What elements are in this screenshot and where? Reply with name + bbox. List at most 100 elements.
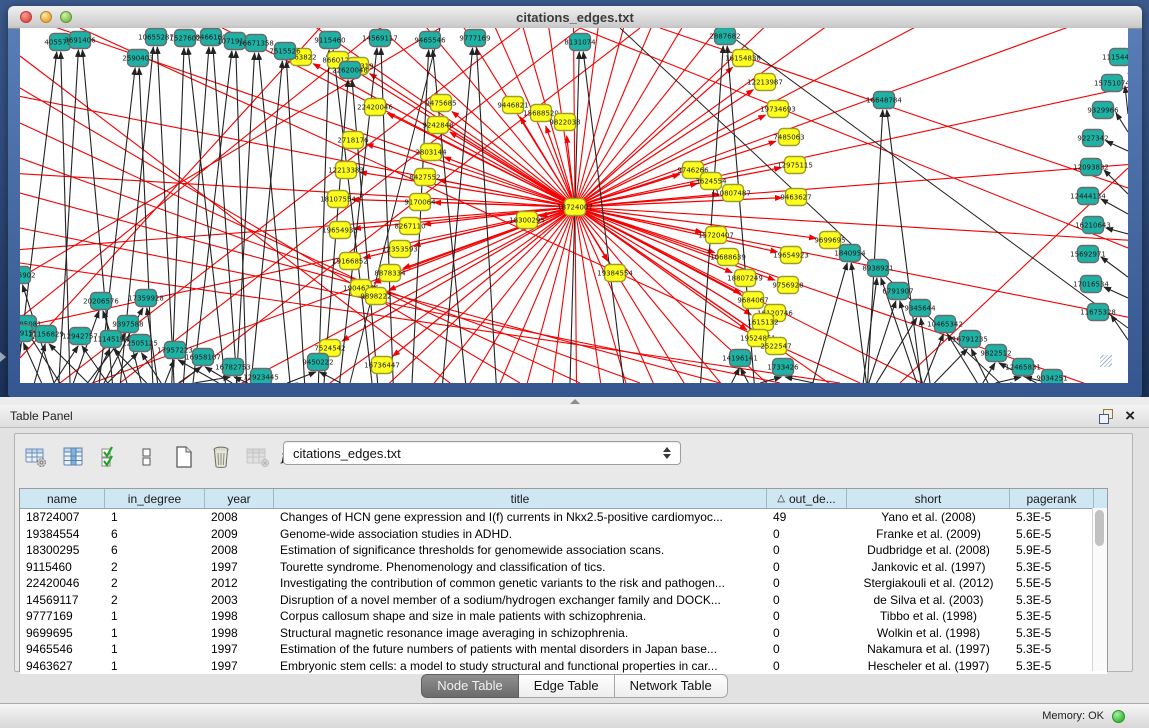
- graph-node[interactable]: 14569117: [362, 30, 398, 47]
- column-header-pagerank[interactable]: pagerank: [1010, 489, 1094, 508]
- table-cell: 5.3E-5: [1010, 626, 1094, 640]
- svg-text:2522547: 2522547: [760, 342, 791, 350]
- graph-node[interactable]: 16791235: [952, 331, 988, 348]
- svg-text:18300295: 18300295: [509, 216, 545, 224]
- graph-node[interactable]: 9345644: [904, 300, 936, 317]
- table-select-value: citations_edges.txt: [293, 446, 658, 461]
- delete-column-icon[interactable]: [243, 442, 273, 472]
- graph-node[interactable]: 18807249: [727, 270, 763, 287]
- graph-node[interactable]: 12465831: [1005, 359, 1041, 376]
- graph-node[interactable]: 8938921: [862, 260, 893, 277]
- graph-node[interactable]: 9034251: [1036, 370, 1067, 384]
- graph-node[interactable]: 12353593: [382, 241, 418, 258]
- graph-node[interactable]: 12975115: [777, 157, 813, 174]
- network-window-titlebar[interactable]: citations_edges.txt: [8, 6, 1142, 29]
- resize-grip-icon[interactable]: [1100, 355, 1112, 367]
- table-row[interactable]: 1938455462009Genome-wide association stu…: [20, 526, 1107, 543]
- column-header-name[interactable]: name: [20, 489, 105, 508]
- graph-node[interactable]: 8131074: [564, 34, 596, 51]
- graph-node[interactable]: 11154408: [1102, 49, 1128, 66]
- svg-text:18724007: 18724007: [557, 203, 593, 211]
- graph-node[interactable]: 9315902: [20, 267, 36, 284]
- graph-node[interactable]: 1840954: [834, 245, 866, 262]
- svg-text:2718176: 2718176: [337, 136, 369, 144]
- select-rows-icon[interactable]: [95, 442, 125, 472]
- table-row[interactable]: 1830029562008Estimation of significance …: [20, 542, 1107, 559]
- graph-node[interactable]: 9756928: [772, 277, 803, 294]
- table-row[interactable]: 911546021997Tourette syndrome. Phenomeno…: [20, 559, 1107, 576]
- svg-text:19654933: 19654933: [322, 226, 358, 234]
- svg-text:9777169: 9777169: [459, 34, 490, 42]
- minimize-button[interactable]: [40, 11, 52, 23]
- delete-table-icon[interactable]: [206, 442, 236, 472]
- graph-node[interactable]: 12444134: [1070, 188, 1106, 205]
- tab-network-table[interactable]: Network Table: [615, 674, 728, 698]
- graph-node[interactable]: 3691406: [64, 32, 96, 49]
- graph-node[interactable]: 2887682: [709, 28, 740, 45]
- table-cell: Corpus callosum shape and size in male p…: [274, 609, 767, 623]
- table-row[interactable]: 1456911722003Disruption of a novel membe…: [20, 592, 1107, 609]
- graph-node[interactable]: 12213987: [747, 74, 783, 91]
- column-header-year[interactable]: year: [205, 489, 274, 508]
- table-select-dropdown[interactable]: citations_edges.txt: [283, 441, 681, 465]
- close-panel-icon[interactable]: ×: [1125, 409, 1135, 423]
- graph-node[interactable]: 8878334: [374, 265, 406, 282]
- graph-node[interactable]: 16210643: [1075, 217, 1111, 234]
- column-header-title[interactable]: title: [274, 489, 767, 508]
- graph-node[interactable]: 9115460: [314, 32, 345, 49]
- panel-collapse-arrow-icon[interactable]: [0, 352, 6, 362]
- graph-node[interactable]: 9684067: [737, 292, 768, 309]
- table-row[interactable]: 2242004622012Investigating the contribut…: [20, 575, 1107, 592]
- graph-node[interactable]: 9170064: [404, 194, 436, 211]
- svg-text:22620048: 22620048: [332, 66, 368, 74]
- svg-text:22420046: 22420046: [357, 103, 393, 111]
- graph-node[interactable]: 15692971: [1070, 246, 1106, 263]
- graph-node[interactable]: 10465342: [927, 316, 963, 333]
- float-panel-icon[interactable]: [1099, 409, 1113, 423]
- tab-edge-table[interactable]: Edge Table: [519, 674, 615, 698]
- table-row[interactable]: 977716911998Corpus callosum shape and si…: [20, 608, 1107, 625]
- graph-node[interactable]: 9822512: [980, 345, 1011, 362]
- graph-node[interactable]: 1733426: [767, 359, 799, 376]
- graph-node[interactable]: 9777169: [459, 30, 490, 47]
- graph-node[interactable]: 19166852: [332, 253, 368, 270]
- table-cell: Investigating the contribution of common…: [274, 576, 767, 590]
- graph-node[interactable]: 11675328: [1080, 304, 1116, 321]
- graph-node[interactable]: 17359928: [128, 290, 164, 307]
- table-scrollbar[interactable]: [1092, 508, 1107, 671]
- tab-node-table[interactable]: Node Table: [421, 674, 519, 698]
- graph-node[interactable]: 19654923: [773, 247, 809, 264]
- graph-node[interactable]: 12093832: [1073, 159, 1109, 176]
- zoom-button[interactable]: [60, 11, 72, 23]
- show-columns-icon[interactable]: [58, 442, 88, 472]
- table-cell: 5.6E-5: [1010, 527, 1094, 541]
- new-table-icon[interactable]: [169, 442, 199, 472]
- svg-text:16210643: 16210643: [1075, 221, 1111, 229]
- graph-node[interactable]: 7485063: [773, 129, 804, 146]
- graph-node[interactable]: 19384554: [597, 265, 633, 282]
- table-row[interactable]: 946554611997Estimation of the future num…: [20, 641, 1107, 658]
- network-window[interactable]: citations_edges.txt 18300295 19384554 2242…: [8, 6, 1142, 397]
- graph-node[interactable]: 8427552: [409, 169, 440, 186]
- svg-text:16671358: 16671358: [238, 39, 274, 47]
- graph-node[interactable]: 10688639: [710, 249, 746, 266]
- table-row[interactable]: 969969511998Structural magnetic resonanc…: [20, 625, 1107, 642]
- table-row[interactable]: 946362711997Embryonic stem cells: a mode…: [20, 658, 1107, 675]
- column-header-short[interactable]: short: [847, 489, 1010, 508]
- network-canvas[interactable]: 1830029519384554224200462718176122133839…: [20, 28, 1128, 383]
- splitter-grip-icon[interactable]: [570, 399, 580, 404]
- graph-node[interactable]: 9329966: [1087, 102, 1119, 119]
- graph-node[interactable]: 16648784: [866, 92, 902, 109]
- column-header-in-degree[interactable]: in_degree: [105, 489, 205, 508]
- table-options-icon[interactable]: [21, 442, 51, 472]
- close-button[interactable]: [20, 11, 32, 23]
- table-row[interactable]: 1872400712008Changes of HCN gene express…: [20, 509, 1107, 526]
- row-height-icon[interactable]: [132, 442, 162, 472]
- table-cell: 0: [767, 576, 847, 590]
- graph-node[interactable]: 9227342: [1077, 130, 1108, 147]
- graph-node[interactable]: 17016534: [1073, 276, 1109, 293]
- scrollbar-thumb[interactable]: [1095, 510, 1104, 546]
- table-cell: 49: [767, 510, 847, 524]
- column-header-out-de-[interactable]: △out_de...: [767, 489, 847, 508]
- svg-text:9170064: 9170064: [404, 198, 436, 206]
